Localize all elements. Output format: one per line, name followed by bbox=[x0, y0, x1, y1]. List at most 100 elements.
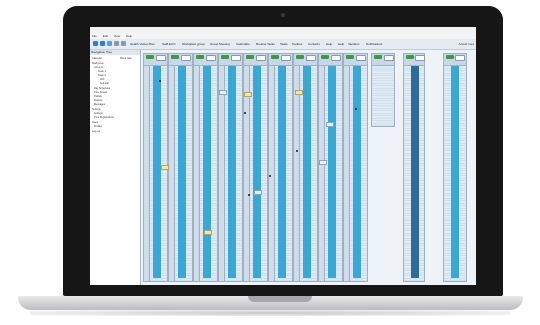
sidebar-item[interactable]: Settings bbox=[92, 108, 101, 111]
column-badge bbox=[306, 55, 316, 61]
sidebar-item[interactable]: Time Registrations bbox=[94, 116, 114, 119]
event-marker bbox=[269, 175, 271, 177]
event-marker bbox=[244, 112, 246, 114]
tab-routine-tasks[interactable]: Routine Tasks bbox=[256, 41, 275, 47]
toolbar: Health Visitor Plan Staff ECO Workplace … bbox=[90, 39, 476, 50]
sidebar-item[interactable]: Sub unit bbox=[100, 82, 109, 85]
sidebar-item[interactable]: Group A bbox=[94, 66, 103, 69]
sidebar-item[interactable]: Profiles bbox=[94, 125, 102, 128]
column-badge bbox=[246, 55, 254, 59]
appointment-tag bbox=[319, 160, 327, 165]
column-time-gutter bbox=[344, 66, 350, 281]
navigation-sidebar: Navigation Tree Calendar Week view Staff… bbox=[90, 50, 141, 285]
column-badge bbox=[206, 55, 216, 61]
sidebar-item[interactable]: Team 2 bbox=[98, 74, 106, 77]
laptop-shadow bbox=[30, 310, 510, 316]
tab-health-visitor[interactable]: Health Visitor Plan bbox=[130, 41, 155, 47]
menu-edit[interactable]: Edit bbox=[103, 34, 108, 38]
event-marker bbox=[296, 150, 298, 152]
sidebar-item[interactable]: Calendar bbox=[92, 57, 102, 60]
shift-bar bbox=[228, 66, 236, 278]
sidebar-item[interactable]: Unit bbox=[100, 78, 104, 81]
column-badge bbox=[296, 55, 304, 59]
column-badge bbox=[321, 55, 329, 59]
schedule-column bbox=[268, 53, 293, 282]
tab-vacation[interactable]: Vacation bbox=[348, 41, 359, 47]
event-marker bbox=[248, 194, 250, 196]
column-badge bbox=[455, 55, 465, 61]
column-badge bbox=[171, 55, 179, 59]
sidebar-header: Navigation Tree bbox=[90, 50, 140, 55]
tab-contacts[interactable]: Contacts bbox=[308, 41, 320, 47]
sidebar-item[interactable]: Messages bbox=[94, 103, 105, 106]
tab-group-meeting[interactable]: Group Meeting bbox=[210, 41, 230, 47]
tab-help-2[interactable]: Help bbox=[338, 41, 344, 47]
schedule-column bbox=[193, 53, 218, 282]
tab-tasks[interactable]: Tasks bbox=[280, 41, 288, 47]
appointment-tag bbox=[219, 90, 227, 95]
tab-calendars[interactable]: Calendars bbox=[236, 41, 250, 47]
event-marker bbox=[159, 80, 161, 82]
appointment-tag bbox=[254, 190, 262, 195]
column-badge bbox=[281, 55, 291, 61]
tab-staff-eco[interactable]: Staff ECO bbox=[162, 41, 175, 47]
tab-notifications[interactable]: Notifications bbox=[366, 41, 382, 47]
column-badge bbox=[256, 55, 266, 61]
menu-help[interactable]: Help bbox=[126, 34, 132, 38]
appointment-tag bbox=[204, 230, 212, 235]
column-time-gutter bbox=[169, 66, 175, 281]
column-time-gutter bbox=[144, 66, 150, 281]
home-icon[interactable] bbox=[114, 41, 119, 46]
column-badge bbox=[346, 55, 354, 59]
tab-help[interactable]: Help bbox=[326, 41, 332, 47]
sidebar-item[interactable]: Log out bbox=[92, 130, 100, 133]
schedule-column bbox=[403, 53, 425, 282]
shift-bar bbox=[153, 66, 161, 278]
column-badge bbox=[231, 55, 241, 61]
schedule-column-short bbox=[371, 53, 395, 127]
sidebar-item[interactable]: Week view bbox=[120, 57, 132, 60]
app-screen: File Edit View Help Health Visitor Plan … bbox=[90, 27, 476, 285]
sidebar-item[interactable]: Staff group bbox=[92, 62, 104, 65]
column-badge bbox=[331, 55, 341, 61]
column-badge bbox=[356, 55, 366, 61]
sidebar-item[interactable]: Time Sheets bbox=[94, 91, 107, 94]
schedule-column bbox=[243, 53, 268, 282]
column-badge bbox=[374, 55, 382, 59]
back-icon[interactable] bbox=[93, 41, 98, 46]
shift-bar bbox=[178, 66, 186, 278]
menu-view[interactable]: View bbox=[114, 34, 120, 38]
schedule-column bbox=[293, 53, 318, 282]
schedule-column bbox=[318, 53, 343, 282]
shift-bar bbox=[203, 66, 211, 278]
sidebar-item[interactable]: Day Schedules bbox=[94, 87, 110, 90]
tab-toolbox[interactable]: Toolbox bbox=[292, 41, 302, 47]
print-icon[interactable] bbox=[121, 41, 126, 46]
tab-workplace-group[interactable]: Workplace group bbox=[182, 41, 205, 47]
column-cells bbox=[372, 66, 394, 126]
column-badge bbox=[271, 55, 279, 59]
menu-file[interactable]: File bbox=[92, 34, 97, 38]
sidebar-item[interactable]: Settings bbox=[94, 112, 103, 115]
column-badge bbox=[156, 55, 166, 61]
sidebar-item[interactable]: Users bbox=[92, 121, 98, 124]
refresh-icon[interactable] bbox=[107, 41, 112, 46]
column-badge bbox=[415, 55, 425, 61]
shift-bar bbox=[278, 66, 286, 278]
sidebar-item[interactable]: Holiday bbox=[94, 95, 102, 98]
schedule-column bbox=[168, 53, 193, 282]
sidebar-item[interactable]: Reports bbox=[94, 99, 102, 102]
sidebar-item[interactable]: Team 1 bbox=[98, 70, 106, 73]
column-badge bbox=[221, 55, 229, 59]
schedule-column bbox=[343, 53, 368, 282]
event-marker bbox=[355, 108, 357, 110]
appointment-tag bbox=[326, 122, 334, 127]
column-time-gutter bbox=[194, 66, 200, 281]
column-time-gutter bbox=[269, 66, 275, 281]
schedule-column bbox=[443, 53, 467, 282]
appointment-tag bbox=[161, 165, 169, 170]
column-badge bbox=[196, 55, 204, 59]
forward-icon[interactable] bbox=[100, 41, 105, 46]
column-badge bbox=[384, 55, 394, 61]
shift-bar bbox=[253, 66, 261, 278]
